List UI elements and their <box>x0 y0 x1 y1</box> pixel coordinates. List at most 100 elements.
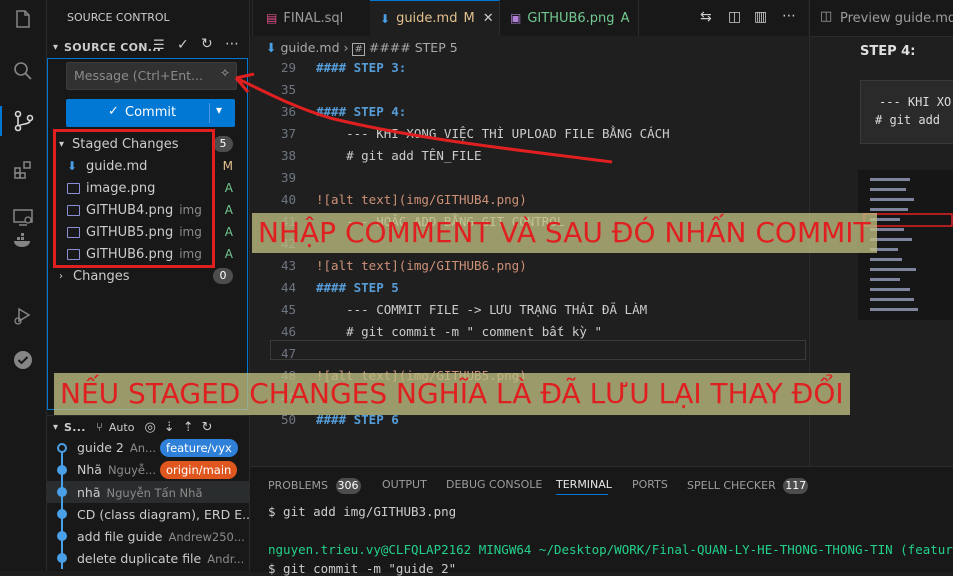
tab-guide-md[interactable]: ⬇ guide.md M ✕ <box>370 0 500 36</box>
graph-commit-row[interactable]: Nhã Nguyễ... origin/main <box>47 459 249 481</box>
tab-label: guide.md <box>396 11 458 26</box>
tab-github6-png[interactable]: ▣ GITHUB6.png A <box>500 0 639 36</box>
code-line[interactable]: #### STEP 5 <box>316 280 399 295</box>
preview-tab[interactable]: ◫ Preview guide.md <box>810 0 953 37</box>
commit-button[interactable]: ✓ Commit ▾ <box>66 99 235 127</box>
line-number: 37 <box>280 126 296 141</box>
symbol-icon: # <box>352 43 365 56</box>
code-line[interactable]: #### STEP 4: <box>316 104 406 119</box>
commit-author: Andrew250... <box>168 529 245 544</box>
line-number: 36 <box>280 104 296 119</box>
commit-message-input[interactable]: Message (Ctrl+Ent... ✧ <box>66 62 237 90</box>
commit-author: Nguyễ... <box>107 463 156 477</box>
spell-count-badge: 117 <box>783 478 809 494</box>
split-editor-icon[interactable]: ▥ <box>754 9 767 25</box>
commit-author: Andr... <box>207 551 245 566</box>
fetch-icon[interactable]: ⇣ <box>164 420 175 435</box>
terminal-line: $ git add img/GITHUB3.png <box>268 504 457 519</box>
commit-message: guide 2 <box>77 440 124 455</box>
panel-tab-ports[interactable]: PORTS <box>632 478 668 491</box>
more-actions-icon[interactable]: ⋯ <box>225 36 239 52</box>
panel-tab-spell-checker[interactable]: SPELL CHECKER 117 <box>687 478 809 494</box>
run-debug-icon[interactable] <box>8 300 38 330</box>
file-status: A <box>224 203 233 217</box>
staged-count-badge: 5 <box>213 136 233 152</box>
commit-dropdown-chevron-icon[interactable]: ▾ <box>216 103 222 117</box>
graph-commit-row[interactable]: guide 2 An... feature/vyx <box>47 437 249 459</box>
graph-mode-label[interactable]: Auto <box>109 421 135 434</box>
bottom-panel: PROBLEMS 306 OUTPUT DEBUG CONSOLE TERMINAL P… <box>250 466 953 576</box>
code-line[interactable]: ![alt text](img/GITHUB4.png) <box>316 192 527 207</box>
panel-tab-label: OUTPUT <box>382 478 427 491</box>
sparkle-icon[interactable]: ✧ <box>220 66 230 80</box>
checkmark-icon: ✓ <box>108 104 119 119</box>
close-icon[interactable]: ✕ <box>483 11 494 26</box>
chevron-down-icon: ▾ <box>53 421 59 433</box>
terminal-line: nguyen.trieu.vy@CLFQLAP2162 MINGW64 ~/De… <box>268 542 953 557</box>
files-icon[interactable] <box>8 4 38 34</box>
line-number: 46 <box>280 324 296 339</box>
code-line[interactable]: ![alt text](img/GITHUB6.png) <box>316 258 527 273</box>
commit-message: nhã <box>77 484 101 500</box>
panel-tab-terminal[interactable]: TERMINAL <box>556 478 612 491</box>
code-line[interactable]: #### STEP 3: <box>316 60 406 75</box>
chevron-down-icon: ▾ <box>53 41 59 53</box>
breadcrumb-file[interactable]: guide.md <box>280 40 339 55</box>
commit-node-icon <box>57 443 67 453</box>
view-as-list-icon[interactable]: ☰ <box>153 38 165 53</box>
commit-check-icon[interactable]: ✓ <box>177 37 189 53</box>
graph-commit-row[interactable]: CD (class diagram), ERD E... <box>47 503 249 525</box>
more-actions-icon[interactable]: ⋯ <box>782 8 796 24</box>
graph-commit-row[interactable]: nhã Nguyễn Tấn Nhã <box>47 481 249 503</box>
extensions-icon[interactable] <box>8 155 38 185</box>
commit-text: guide 2 An... feature/vyx <box>77 439 238 457</box>
branch-tag[interactable]: origin/main <box>159 461 238 479</box>
graph-header[interactable]: ▾ S... ⑂ Auto ◎ ⇣ ⇡ ↻ <box>47 415 249 438</box>
source-control-section-header[interactable]: ▾ SOURCE CON... ☰ ✓ ↻ ⋯ <box>47 36 249 58</box>
editor-tab-bar: ▤ FINAL.sql ⬇ guide.md M ✕ ▣ GITHUB6.png… <box>250 0 808 37</box>
commit-text: CD (class diagram), ERD E... <box>77 507 249 522</box>
tab-final-sql[interactable]: ▤ FINAL.sql <box>256 0 371 36</box>
open-changes-icon[interactable]: ◫ <box>728 9 741 25</box>
breadcrumb: ⬇ guide.md › # #### STEP 5 <box>266 40 458 56</box>
tab-status: M <box>463 11 475 26</box>
markdown-icon: ⬇ <box>266 40 277 55</box>
compare-changes-icon[interactable]: ⇆ <box>700 9 712 25</box>
panel-tab-problems[interactable]: PROBLEMS 306 <box>268 478 361 494</box>
commit-message-placeholder: Message (Ctrl+Ent... <box>74 68 203 83</box>
changes-label: Changes <box>73 268 130 284</box>
line-number: 29 <box>280 60 296 75</box>
pull-icon[interactable]: ⇡ <box>183 420 194 435</box>
line-number: 44 <box>280 280 296 295</box>
branch-tag-label: origin/main <box>165 463 232 477</box>
branch-icon[interactable]: ⑂ <box>96 420 103 434</box>
docker-icon[interactable] <box>8 225 38 255</box>
commit-text: add file guide Andrew250... <box>77 529 245 544</box>
line-number: 35 <box>280 82 296 97</box>
breadcrumb-symbol[interactable]: #### STEP 5 <box>369 40 458 55</box>
panel-tab-debug-console[interactable]: DEBUG CONSOLE <box>446 478 542 491</box>
source-control-icon[interactable] <box>0 106 46 136</box>
commit-text: nhã Nguyễn Tấn Nhã <box>77 485 203 500</box>
target-icon[interactable]: ◎ <box>144 420 155 435</box>
code-line[interactable]: --- COMMIT FILE -> LƯU TRẠNG THÁI ĐÃ LÀM <box>316 302 647 317</box>
graph-commit-row[interactable]: add file guide Andrew250... <box>47 525 249 547</box>
changes-header[interactable]: › Changes 0 <box>47 265 249 287</box>
preview-tab-label: Preview guide.md <box>840 11 953 26</box>
graph-commit-row[interactable]: delete duplicate file Andr... <box>47 547 249 569</box>
refresh-icon[interactable]: ↻ <box>201 36 213 52</box>
code-line[interactable]: # git add TÊN_FILE <box>316 148 481 163</box>
panel-tab-label: DEBUG CONSOLE <box>446 478 543 491</box>
check-icon[interactable] <box>8 345 38 375</box>
code-line[interactable]: --- KHI XONG VIỆC THÌ UPLOAD FILE BẰNG C… <box>316 126 670 141</box>
active-tab-underline <box>556 494 608 495</box>
tab-status: A <box>620 10 630 26</box>
tab-label: FINAL.sql <box>283 10 344 26</box>
preview-heading: STEP 4: <box>860 44 916 59</box>
branch-tag[interactable]: feature/vyx <box>160 439 238 457</box>
refresh-icon[interactable]: ↻ <box>202 420 213 435</box>
code-line[interactable]: # git commit -m " comment bất kỳ " <box>316 324 602 339</box>
line-number: 39 <box>280 170 296 185</box>
panel-tab-output[interactable]: OUTPUT <box>382 478 427 491</box>
search-icon[interactable] <box>8 56 38 86</box>
